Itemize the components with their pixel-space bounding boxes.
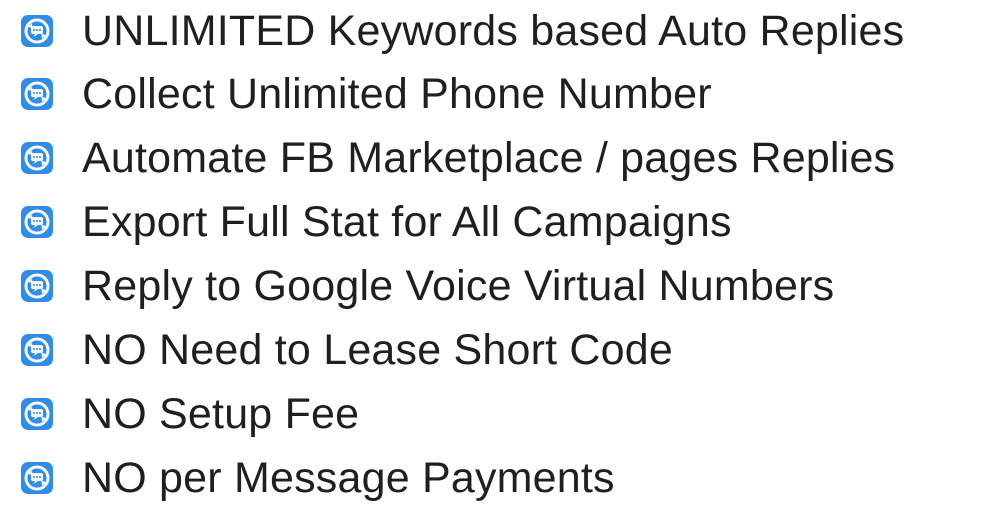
feature-item-setup-fee: NO Setup Fee — [20, 382, 904, 446]
feature-item-export-stat: Export Full Stat for All Campaigns — [20, 190, 904, 254]
chat-refresh-icon — [21, 206, 53, 238]
feature-text: Collect Unlimited Phone Number — [82, 69, 712, 118]
feature-text: Reply to Google Voice Virtual Numbers — [82, 261, 835, 310]
feature-text: Export Full Stat for All Campaigns — [82, 197, 732, 246]
chat-refresh-icon — [21, 78, 53, 110]
feature-item-google-voice: Reply to Google Voice Virtual Numbers — [20, 254, 904, 318]
chat-refresh-icon — [21, 270, 53, 302]
feature-item-collect-phone: Collect Unlimited Phone Number — [20, 62, 904, 126]
feature-text: NO per Message Payments — [82, 453, 615, 502]
feature-text: Automate FB Marketplace / pages Replies — [82, 133, 896, 182]
chat-refresh-icon — [21, 398, 53, 430]
chat-refresh-icon — [21, 142, 53, 174]
chat-refresh-icon — [21, 334, 53, 366]
feature-item-short-code: NO Need to Lease Short Code — [20, 318, 904, 382]
feature-item-message-payments: NO per Message Payments — [20, 446, 904, 510]
feature-text: NO Setup Fee — [82, 389, 360, 438]
feature-text: UNLIMITED Keywords based Auto Replies — [82, 6, 905, 55]
feature-item-unlimited-keywords: UNLIMITED Keywords based Auto Replies — [20, 0, 904, 62]
feature-text: NO Need to Lease Short Code — [82, 325, 674, 374]
feature-list: UNLIMITED Keywords based Auto Replies Co… — [20, 0, 904, 510]
feature-item-fb-marketplace: Automate FB Marketplace / pages Replies — [20, 126, 904, 190]
chat-refresh-icon — [21, 15, 53, 47]
chat-refresh-icon — [21, 462, 53, 494]
